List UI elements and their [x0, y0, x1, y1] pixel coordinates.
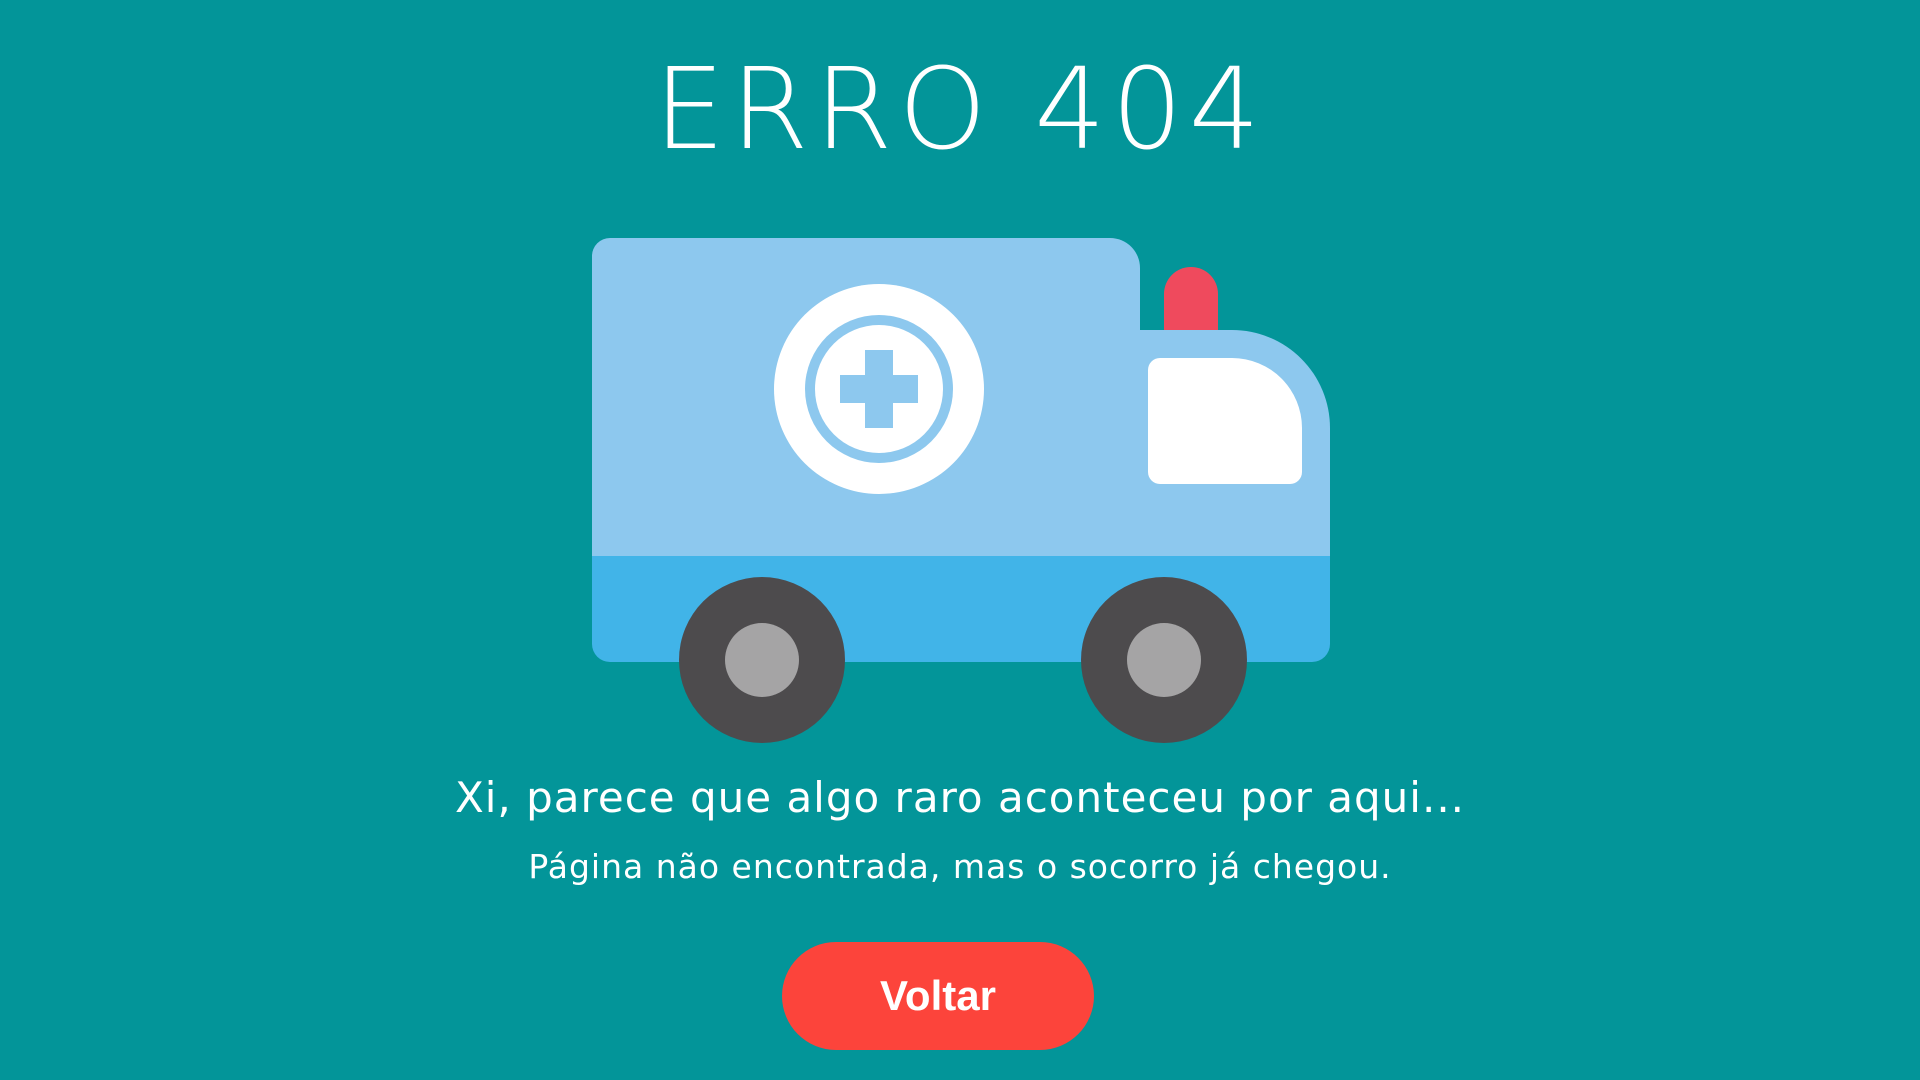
cab-window: [1148, 358, 1302, 484]
siren-light: [1164, 267, 1218, 330]
error-page: ERRO 404 Xi, parece que algo raro aconte…: [0, 0, 1920, 1080]
rear-wheel: [679, 577, 845, 743]
error-headline: Xi, parece que algo raro aconteceu por a…: [454, 773, 1466, 822]
ambulance-icon: [592, 238, 1330, 743]
error-subline: Página não encontrada, mas o socorro já …: [528, 847, 1392, 886]
front-wheel: [1081, 577, 1247, 743]
medical-cross-icon: [774, 284, 984, 494]
back-button[interactable]: Voltar: [782, 942, 1094, 1050]
